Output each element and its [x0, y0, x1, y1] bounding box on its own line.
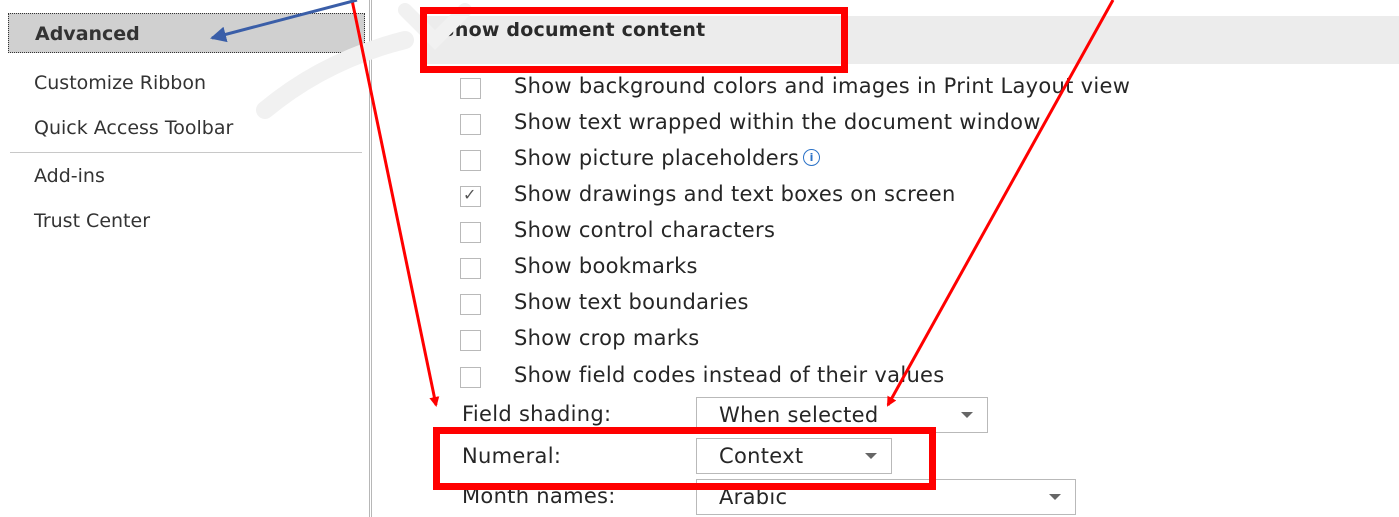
option-label: Show field codes instead of their values — [514, 363, 945, 387]
option-label: Show background colors and images in Pri… — [514, 74, 1131, 98]
numeral-select[interactable]: Context — [696, 438, 892, 474]
checkbox[interactable] — [460, 150, 481, 171]
month-names-select[interactable]: Arabic — [696, 479, 1076, 515]
sidebar-item-add-ins[interactable]: Add-ins — [8, 156, 365, 196]
numeral-label: Numeral: — [462, 444, 562, 468]
sidebar-item-quick-access-toolbar[interactable]: Quick Access Toolbar — [8, 108, 365, 148]
sidebar-item-trust-center[interactable]: Trust Center — [8, 201, 365, 241]
section-title: Show document content — [441, 19, 706, 41]
option-label: Show text wrapped within the document wi… — [514, 110, 1041, 134]
checkmark-icon: ✓ — [463, 185, 477, 204]
option-label: Show crop marks — [514, 326, 700, 350]
month-names-value: Arabic — [719, 485, 788, 509]
option-label: Show control characters — [514, 218, 776, 242]
sidebar-divider-line — [369, 0, 372, 517]
options-sidebar: Advanced Customize Ribbon Quick Access T… — [0, 0, 372, 517]
month-names-label: Month names: — [462, 484, 616, 508]
numeral-value: Context — [719, 444, 804, 468]
checkbox[interactable] — [460, 222, 481, 243]
option-label: Show bookmarks — [514, 254, 698, 278]
checkbox[interactable] — [460, 330, 481, 351]
chevron-down-icon — [1049, 494, 1061, 500]
info-icon[interactable]: i — [803, 149, 821, 166]
field-shading-value: When selected — [719, 403, 879, 427]
checkbox[interactable] — [460, 294, 481, 315]
option-label-text: Show picture placeholders — [514, 146, 800, 170]
chevron-down-icon — [865, 453, 877, 459]
chevron-down-icon — [961, 412, 973, 418]
option-label: Show text boundaries — [514, 290, 749, 314]
option-label: Show drawings and text boxes on screen — [514, 182, 956, 206]
field-shading-select[interactable]: When selected — [696, 397, 988, 433]
sidebar-item-customize-ribbon[interactable]: Customize Ribbon — [8, 63, 365, 103]
sidebar-divider — [10, 152, 362, 153]
checkbox[interactable] — [460, 114, 481, 135]
sidebar-item-advanced[interactable]: Advanced — [8, 13, 365, 53]
option-label: Show picture placeholders i — [514, 146, 821, 170]
field-shading-label: Field shading: — [462, 402, 612, 426]
checkbox[interactable] — [460, 367, 481, 388]
checkbox[interactable] — [460, 258, 481, 279]
checkbox[interactable] — [460, 78, 481, 99]
checkbox-checked[interactable]: ✓ — [460, 185, 481, 207]
